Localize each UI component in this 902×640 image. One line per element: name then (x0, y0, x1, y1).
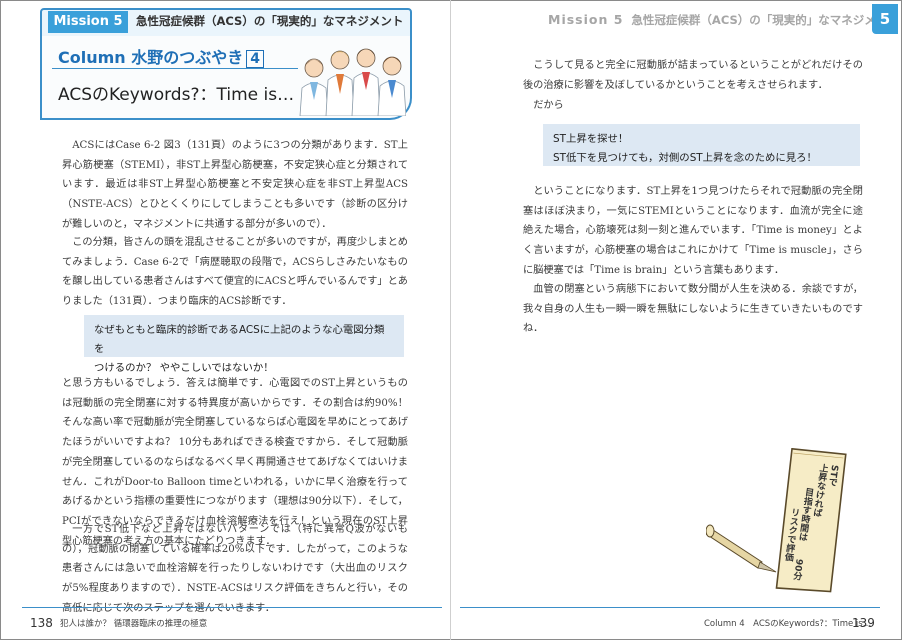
left-page-number: 138 (30, 616, 53, 630)
left-footer-text: 犯人は誰か？ 循環器臨床の推理の極意 (60, 619, 208, 629)
right-footer-rule (460, 607, 880, 608)
right-mission-label: Mission 5 (548, 12, 624, 27)
right-paragraph-4: 血管の閉塞という病態下において数分間が人生を決める．余談ですが，我々自身の人生も… (523, 284, 863, 335)
left-paragraph-1: ACSにはCase 6-2 図3（131頁）のように3つの分類があります．ST上… (62, 140, 408, 230)
right-header-title: 急性冠症候群（ACS）の「現実的」なマネジメント (631, 13, 899, 27)
right-callout-line-2: ST低下を見つけても，対側のST上昇を念のために見ろ！ (553, 152, 817, 164)
page-spine (450, 0, 451, 640)
doctors-illustration (299, 48, 406, 116)
doctor-figure-1 (299, 58, 329, 116)
left-paragraph-4: 一方でST低下など上昇ではないパターンでは（特に異常Q波がないもの），冠動脈の閉… (62, 524, 408, 614)
doctor-figure-2 (325, 50, 355, 116)
right-callout: ST上昇を探せ！ ST低下を見つけても，対側のST上昇を念のために見ろ！ (543, 124, 860, 166)
doctor-figure-3 (351, 48, 381, 116)
column-title-text: Column 水野のつぶやき (58, 48, 244, 67)
column-title: Column 水野のつぶやき 4 (58, 44, 264, 68)
column-subtitle: ACSのKeywords?：Time is… (58, 85, 295, 105)
left-callout-line-1: なぜもともと臨床的診断であるACSに上記のような心電図分類を (94, 324, 385, 355)
chapter-tab: 5 (872, 4, 898, 34)
column-number: 4 (246, 50, 264, 68)
column-divider (52, 68, 298, 69)
left-paragraph-2: この分類，皆さんの頭を混乱させることが多いのですが，再度少しまとめてみましょう．… (62, 237, 408, 308)
right-paragraph-1: こうして見ると完全に冠動脈が詰まっているということがどれだけその後の治療に影響を… (523, 60, 863, 91)
scroll-note: STで 上昇なければ 目指す時間は リスクで評価 90分 (775, 448, 847, 593)
brush-icon (706, 524, 777, 573)
left-header-title: 急性冠症候群（ACS）の「現実的」なマネジメント (136, 14, 404, 28)
right-footer-text: Column 4 ACSのKeywords?：Time is… (704, 619, 872, 629)
right-paragraph-2: だから (533, 100, 564, 111)
right-header: Mission 5 急性冠症候群（ACS）の「現実的」なマネジメント (548, 12, 899, 28)
left-footer-rule (22, 607, 442, 608)
right-paragraph-3: ということになります．ST上昇を1つ見つけたらそれで冠動脈の完全閉塞はほぼ決まり… (523, 186, 863, 276)
right-page-number: 139 (852, 616, 875, 630)
right-callout-line-1: ST上昇を探せ！ (553, 133, 629, 145)
doctor-figure-4 (377, 56, 406, 116)
left-mission-label: Mission 5 (48, 11, 128, 33)
left-callout: なぜもともと臨床的診断であるACSに上記のような心電図分類を つけるのか？ やや… (84, 315, 404, 374)
